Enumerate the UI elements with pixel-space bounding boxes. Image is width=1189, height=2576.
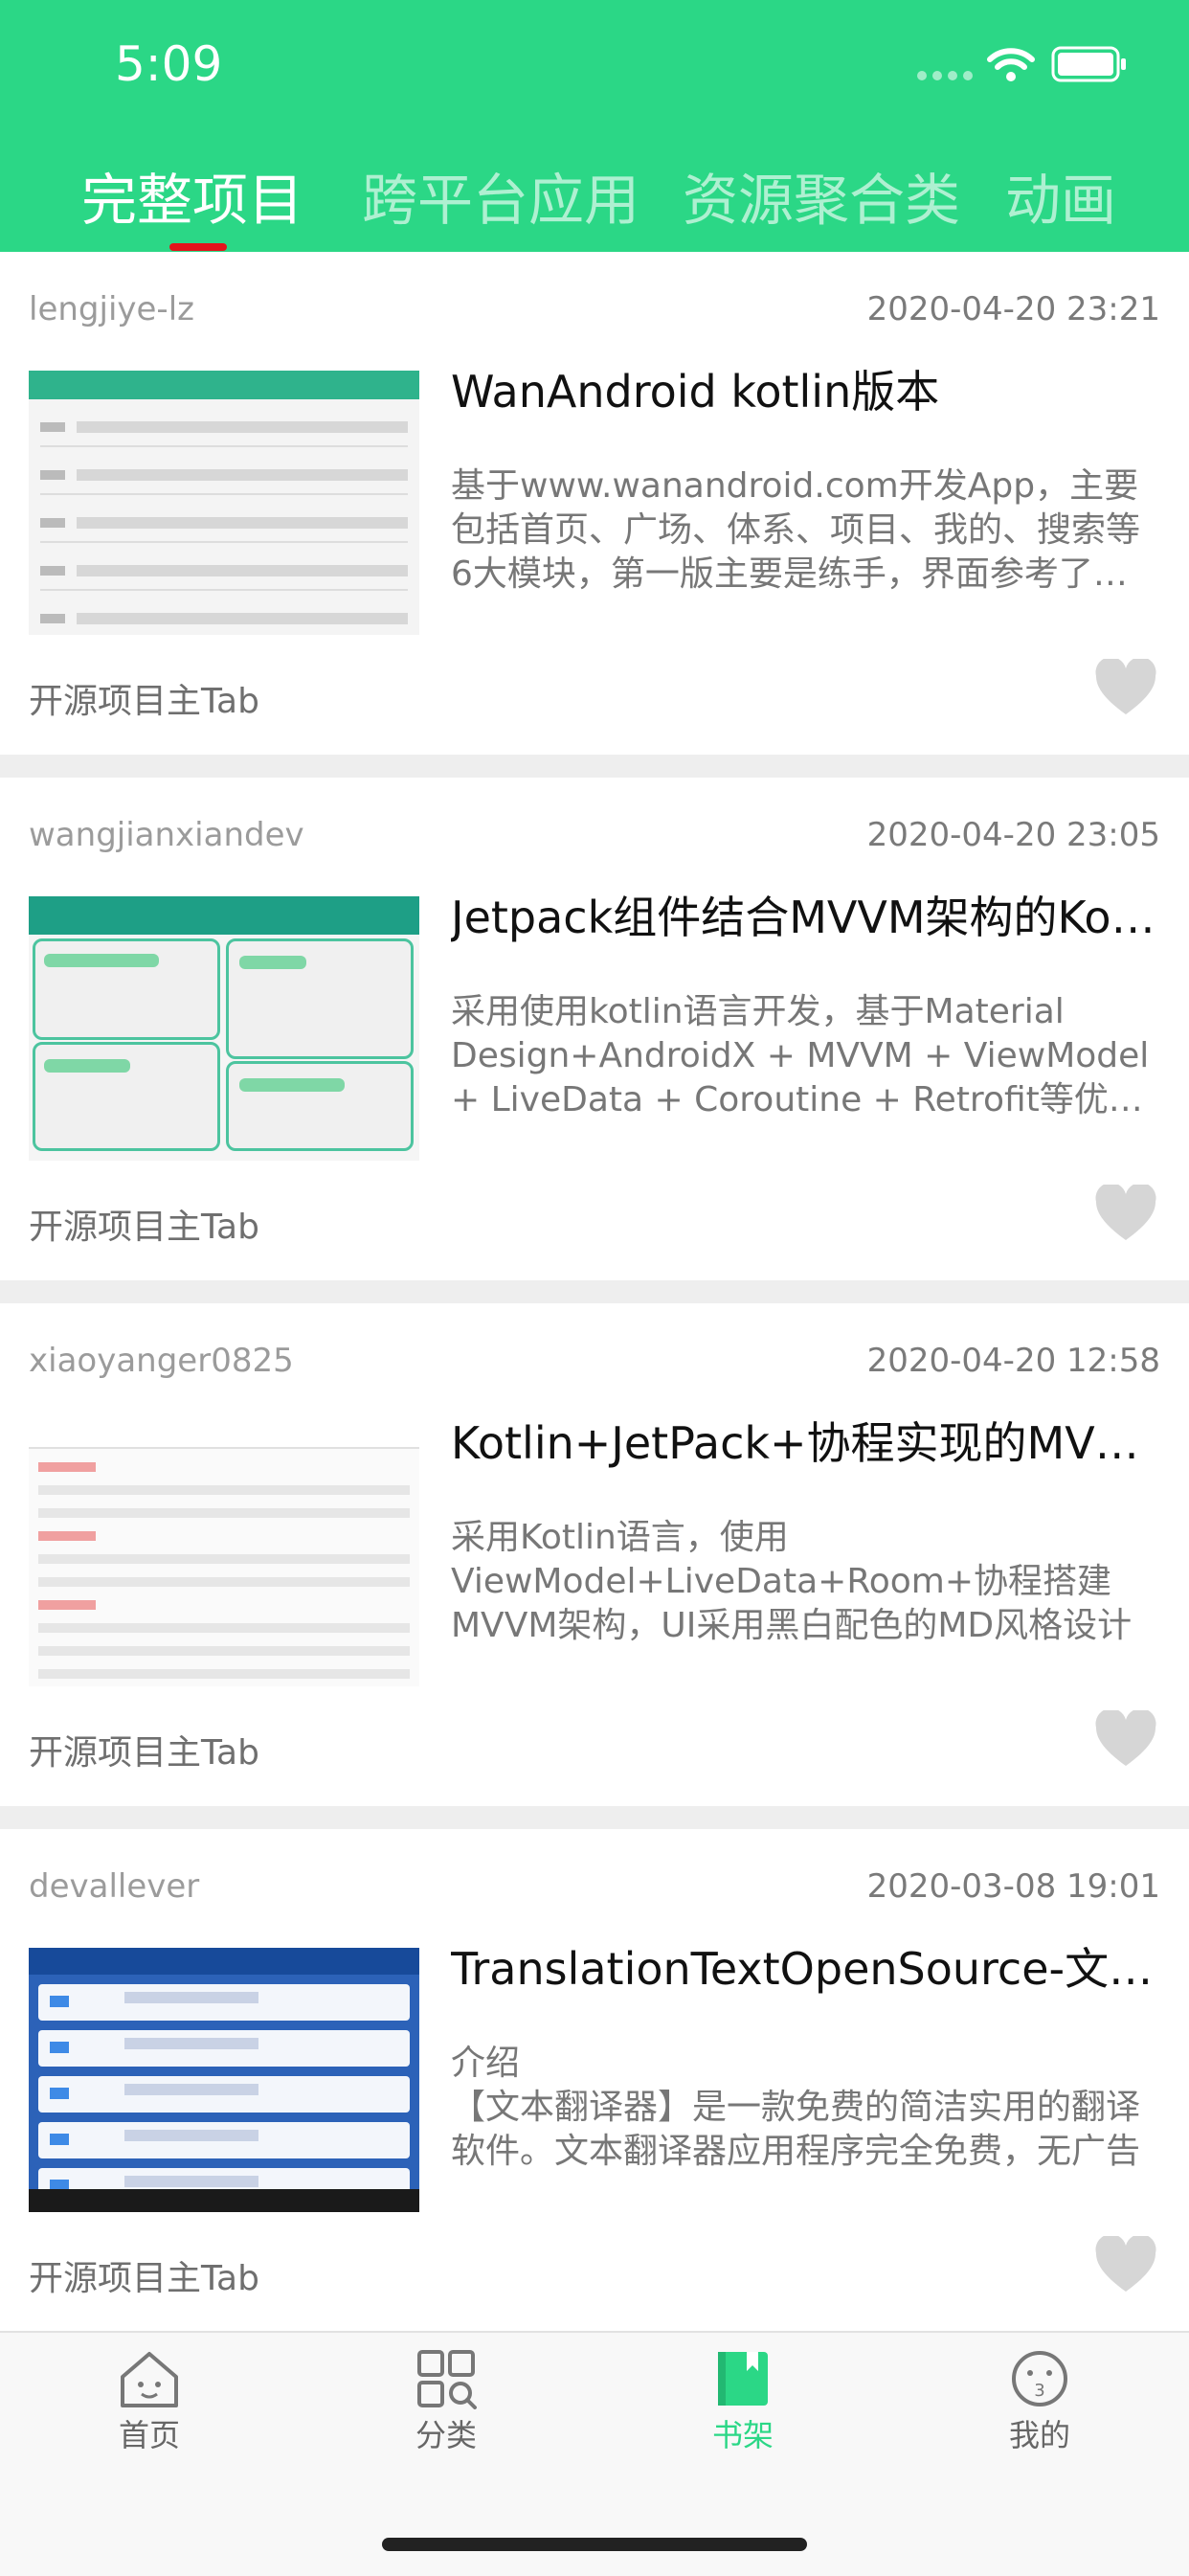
publish-date: 2020-04-20 23:21 <box>866 290 1160 328</box>
project-thumbnail[interactable] <box>29 896 419 1161</box>
heart-icon[interactable] <box>1094 1185 1157 1242</box>
project-thumbnail[interactable] <box>29 371 419 635</box>
project-title[interactable]: WanAndroid kotlin版本 <box>451 357 1159 420</box>
project-description: 采用使用kotlin语言开发，基于Material Design+Android… <box>451 992 1150 1119</box>
publish-date: 2020-04-20 23:05 <box>866 816 1160 854</box>
tab-resource-aggregation[interactable]: 资源聚合类 <box>683 155 960 236</box>
category-grid-icon <box>417 2350 477 2409</box>
project-description: 采用Kotlin语言，使用ViewModel+LiveData+Room+协程搭… <box>451 1518 1133 1645</box>
nav-bookshelf-label: 书架 <box>711 2417 774 2453</box>
cellular-signal-icon <box>917 71 975 82</box>
battery-icon <box>1051 46 1126 82</box>
heart-icon[interactable] <box>1094 2236 1157 2294</box>
nav-category[interactable]: 分类 <box>370 2348 523 2455</box>
divider <box>0 755 1189 778</box>
status-time: 5:09 <box>115 36 223 92</box>
nav-profile[interactable]: 3 我的 <box>963 2348 1116 2455</box>
divider <box>0 1806 1189 1829</box>
list-item[interactable]: lengjiye-lz 2020-04-20 23:21 WanAndroid … <box>0 252 1189 755</box>
publish-date: 2020-03-08 19:01 <box>866 1867 1160 1906</box>
wifi-icon <box>987 48 1035 81</box>
active-tab-indicator <box>169 243 227 251</box>
project-title[interactable]: Jetpack组件结合MVVM架构的Kotlin版WanAndroid <box>451 883 1159 946</box>
tab-complete-projects[interactable]: 完整项目 <box>81 155 303 236</box>
category-tag: 开源项目主Tab <box>29 1733 259 1773</box>
home-icon <box>121 2352 178 2407</box>
project-title[interactable]: Kotlin+JetPack+协程实现的MVVM架构Wanandroid客户端 <box>451 1409 1159 1472</box>
author-name[interactable]: xiaoyanger0825 <box>29 1342 294 1380</box>
svg-text:3: 3 <box>1034 2381 1044 2401</box>
category-tag: 开源项目主Tab <box>29 2259 259 2298</box>
tab-cross-platform[interactable]: 跨平台应用 <box>362 155 639 236</box>
tab-animation[interactable]: 动画 <box>1005 155 1116 236</box>
nav-profile-label: 我的 <box>1008 2417 1070 2453</box>
nav-category-label: 分类 <box>415 2417 477 2453</box>
heart-icon[interactable] <box>1094 659 1157 716</box>
app-header: 5:09 完整项目 跨平台应用 资源聚合类 动画 <box>0 0 1189 252</box>
list-item[interactable]: devallever 2020-03-08 19:01 TranslationT… <box>0 1829 1189 2332</box>
profile-face-icon: 3 <box>1012 2351 1067 2407</box>
publish-date: 2020-04-20 12:58 <box>866 1342 1160 1380</box>
project-description: 介绍 【文本翻译器】是一款免费的简洁实用的翻译软件。文本翻译器应用程序完全免费，… <box>451 2044 1141 2171</box>
list-item[interactable]: wangjianxiandev 2020-04-20 23:05 Jetpack… <box>0 778 1189 1280</box>
author-name[interactable]: devallever <box>29 1867 199 1906</box>
nav-home-label: 首页 <box>118 2417 180 2453</box>
nav-bookshelf[interactable]: 书架 <box>666 2348 819 2455</box>
project-list[interactable]: lengjiye-lz 2020-04-20 23:21 WanAndroid … <box>0 252 1189 2332</box>
category-tag: 开源项目主Tab <box>29 1208 259 1247</box>
project-thumbnail[interactable] <box>29 1948 419 2212</box>
category-tag: 开源项目主Tab <box>29 682 259 721</box>
project-title[interactable]: TranslationTextOpenSource-文本翻译器 <box>451 1934 1159 1998</box>
heart-icon[interactable] <box>1094 1710 1157 1768</box>
tab-bar: 完整项目 跨平台应用 资源聚合类 动画 <box>0 144 1189 252</box>
project-thumbnail[interactable] <box>29 1422 419 1686</box>
bookshelf-icon <box>718 2352 768 2406</box>
nav-home[interactable]: 首页 <box>73 2348 226 2455</box>
divider <box>0 1280 1189 1303</box>
author-name[interactable]: lengjiye-lz <box>29 290 194 328</box>
author-name[interactable]: wangjianxiandev <box>29 816 304 854</box>
list-item[interactable]: xiaoyanger0825 2020-04-20 12:58 Kotlin+J… <box>0 1303 1189 1806</box>
home-indicator[interactable] <box>382 2538 807 2551</box>
project-description: 基于www.wanandroid.com开发App，主要包括首页、广场、体系、项… <box>451 466 1141 594</box>
